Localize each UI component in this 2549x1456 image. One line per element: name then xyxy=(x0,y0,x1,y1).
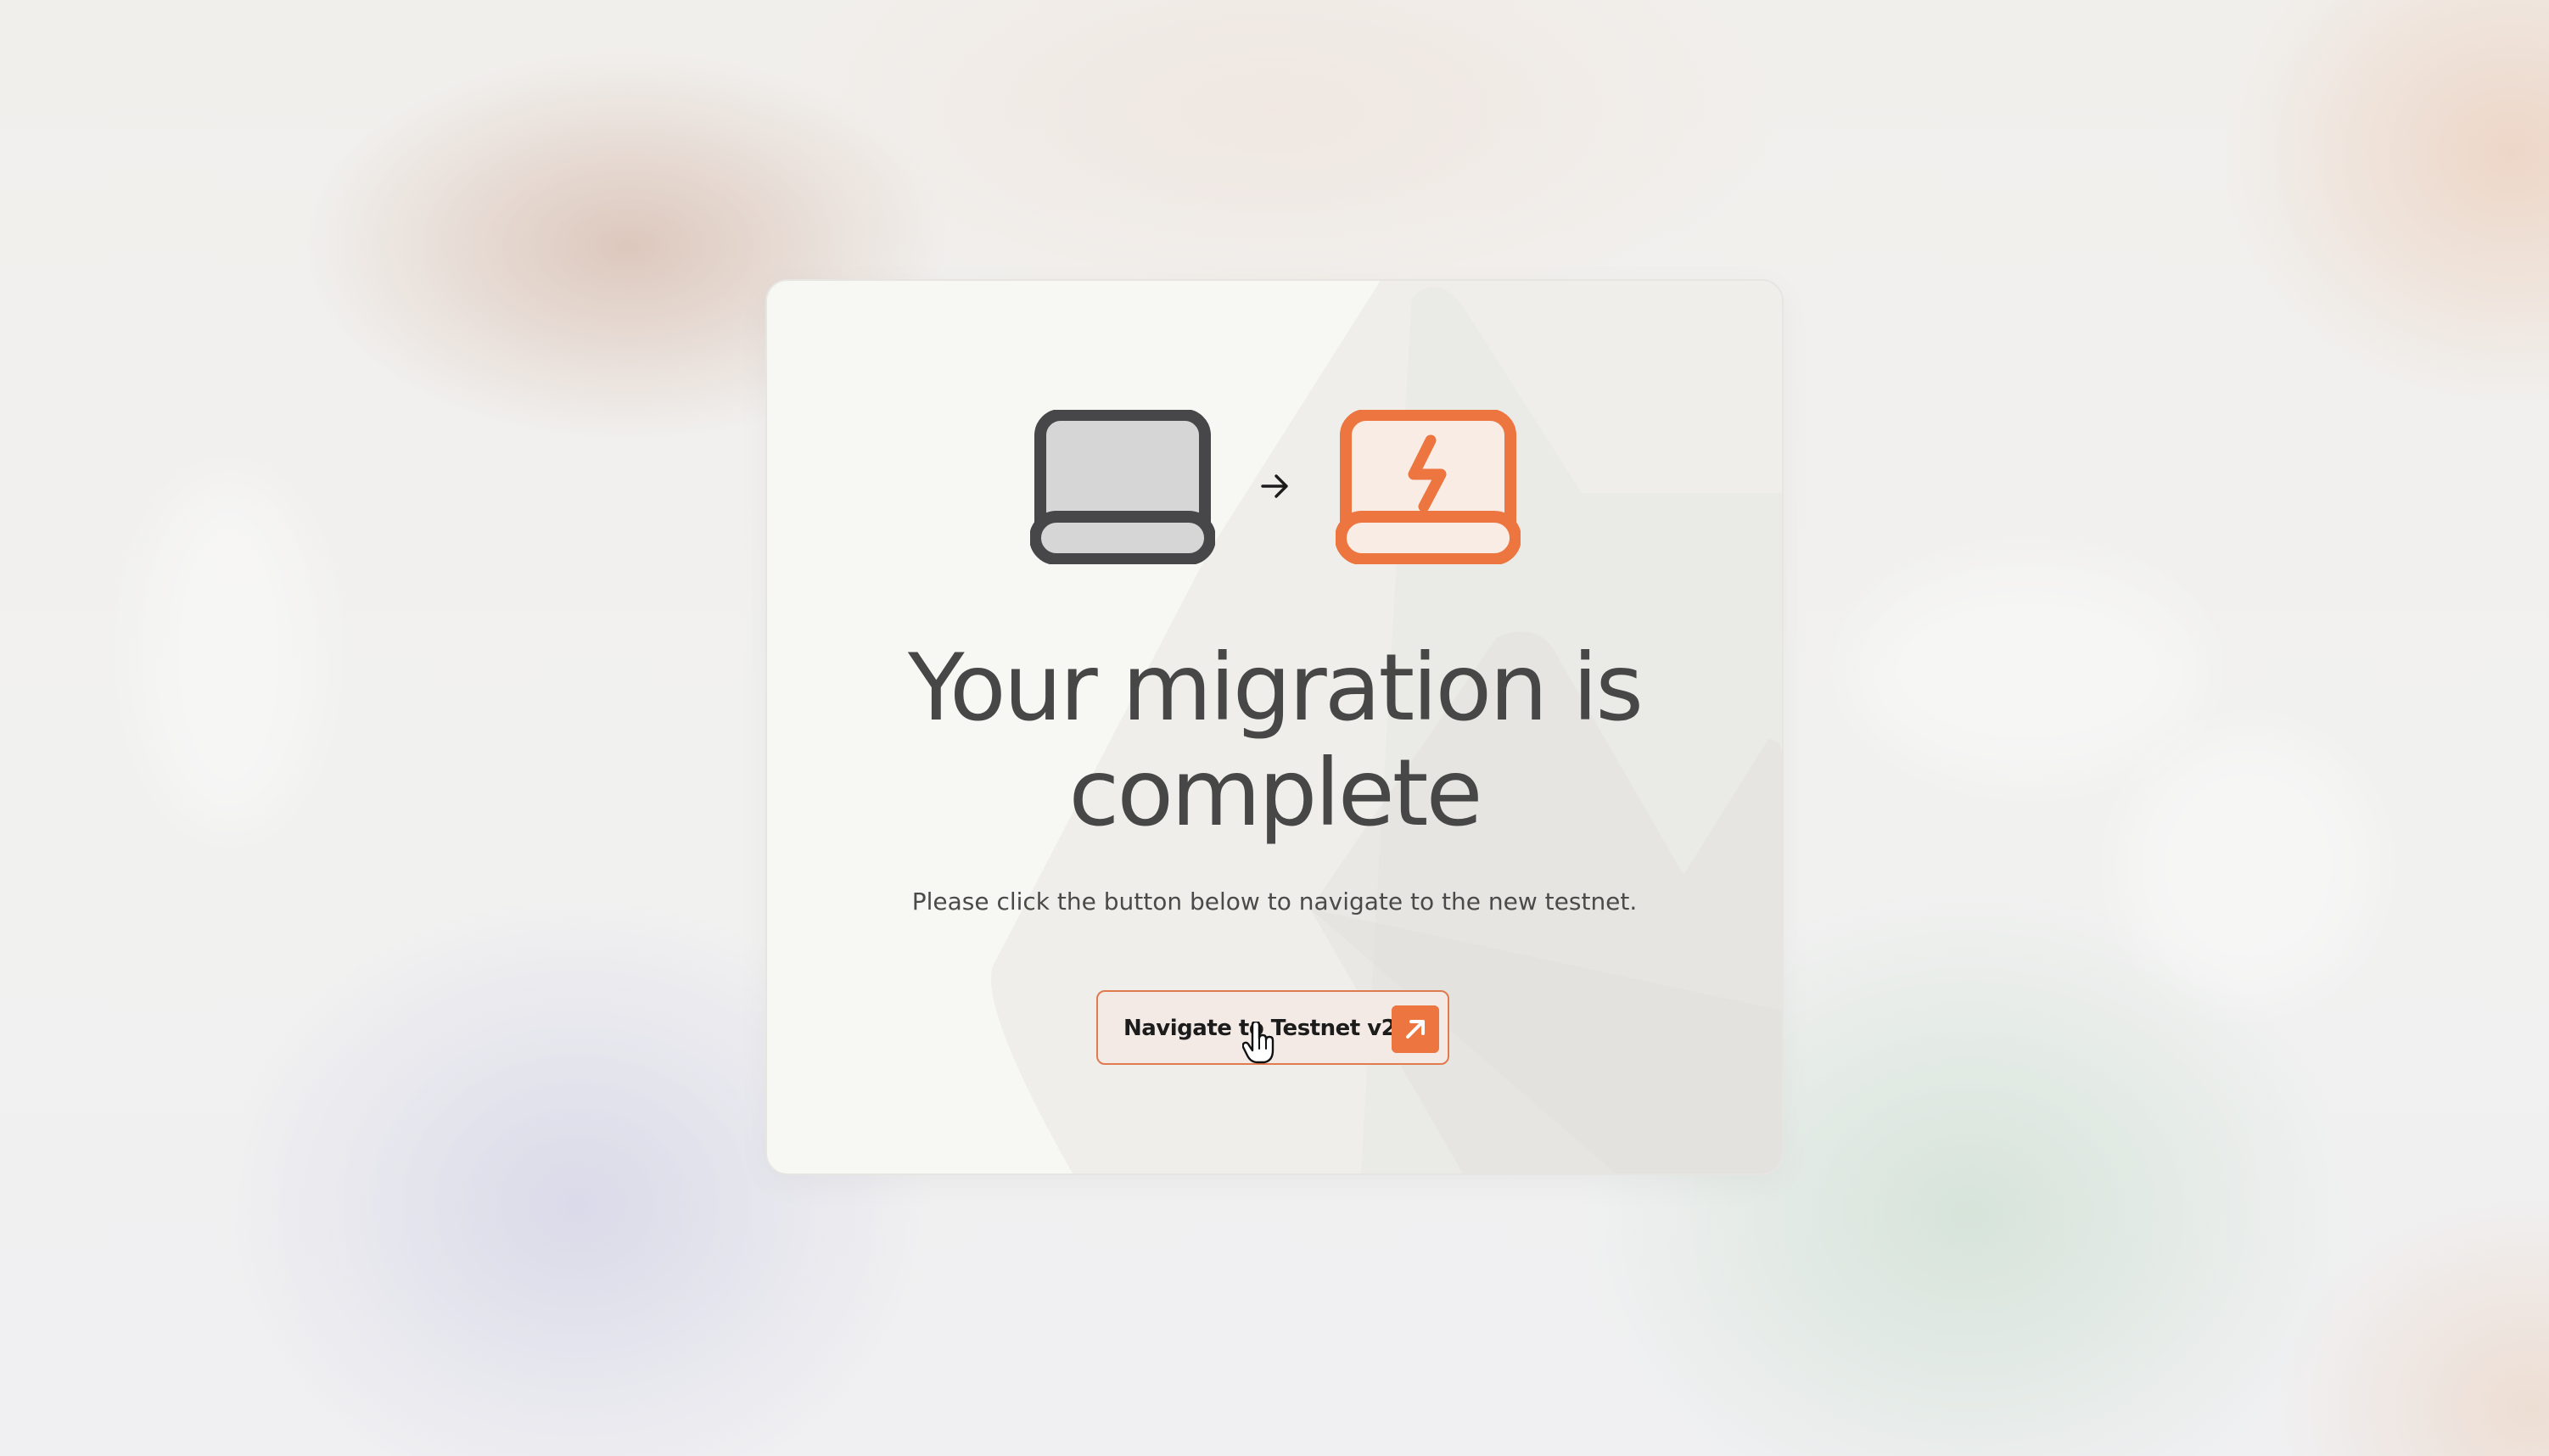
migration-icons xyxy=(1030,410,1521,564)
arrow-up-right-icon xyxy=(1392,1005,1439,1053)
arrow-right-icon xyxy=(1261,474,1288,498)
instruction-text: Please click the button below to navigat… xyxy=(911,888,1638,916)
navigate-testnet-button[interactable]: Navigate to Testnet v2 xyxy=(1096,990,1449,1065)
laptop-lightning-icon xyxy=(1336,410,1521,564)
migration-card: Your migration is complete Please click … xyxy=(765,279,1784,1175)
laptop-icon xyxy=(1030,410,1215,564)
navigate-button-label: Navigate to Testnet v2 xyxy=(1123,1016,1397,1041)
page-title: Your migration is complete xyxy=(907,634,1644,847)
